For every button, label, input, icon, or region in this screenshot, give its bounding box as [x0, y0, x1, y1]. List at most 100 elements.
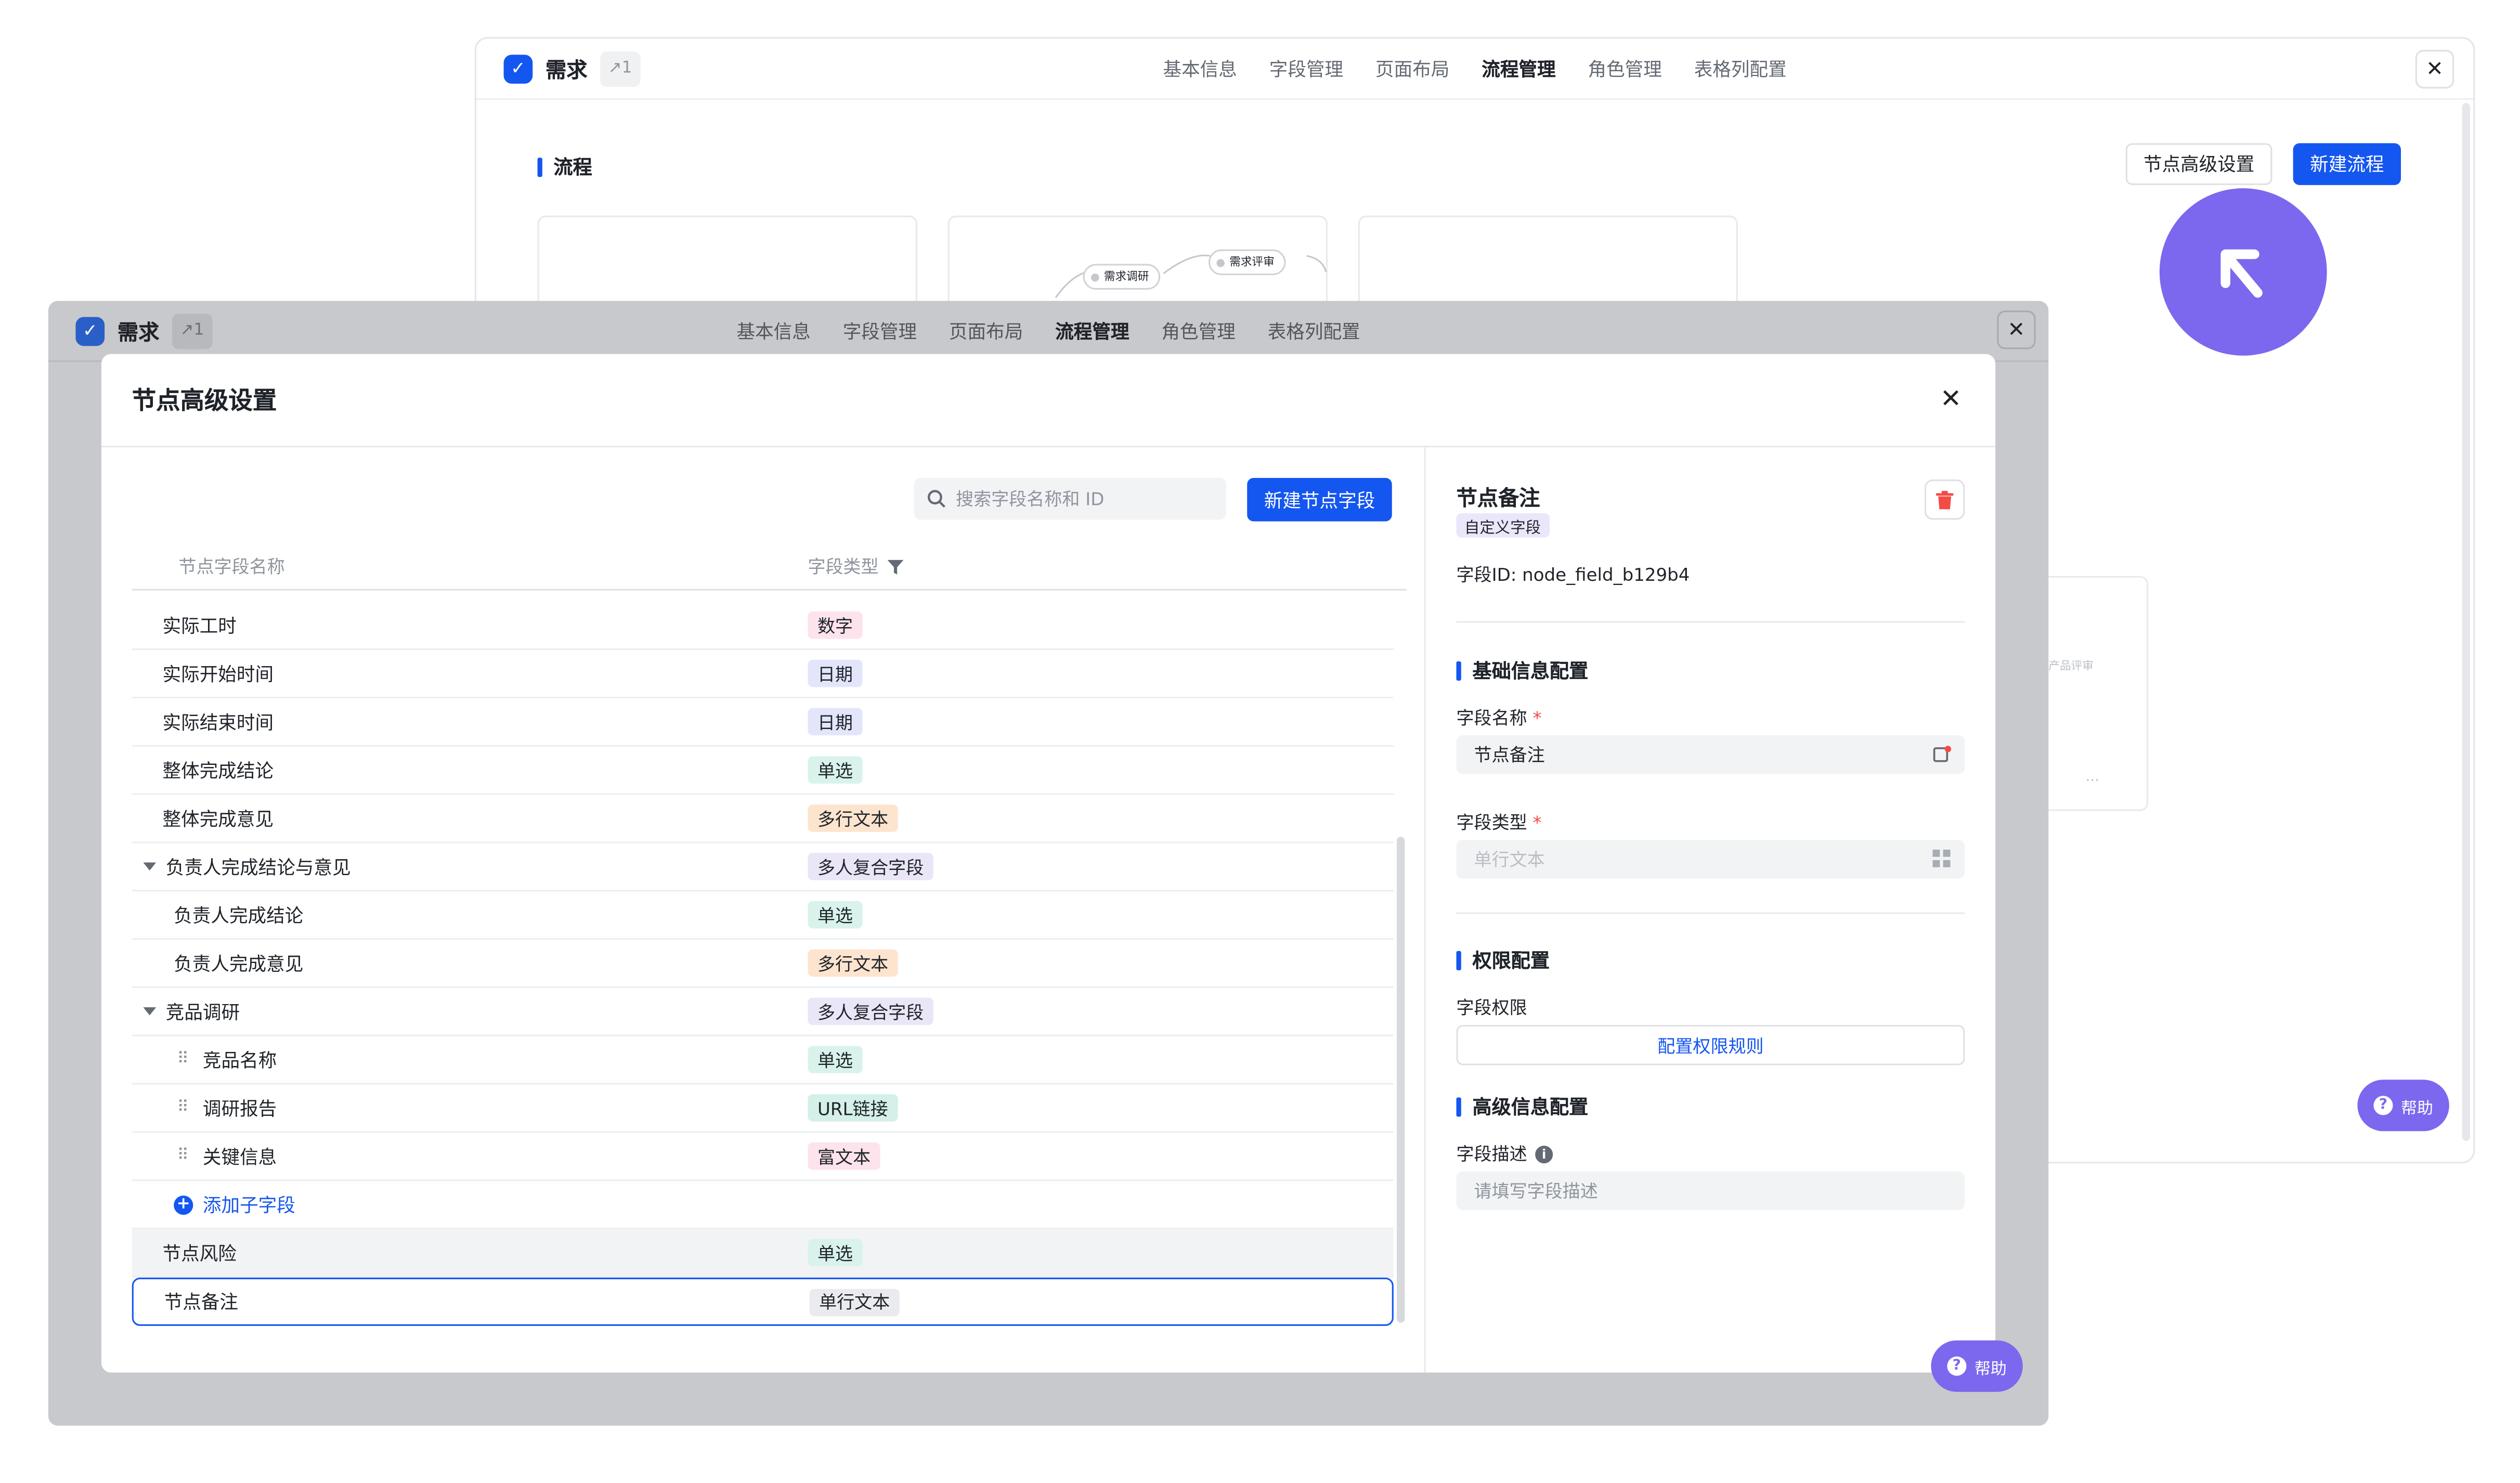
- help-button[interactable]: ? 帮助: [2357, 1079, 2449, 1131]
- help-button[interactable]: ? 帮助: [1931, 1340, 2023, 1392]
- field-desc-label: 字段描述 i: [1457, 1141, 1553, 1167]
- field-name-label: 字段名称 *: [1456, 708, 1542, 729]
- field-type-tag: URL链接: [808, 1094, 898, 1122]
- configure-permission-button[interactable]: 配置权限规则: [1456, 1025, 1965, 1065]
- advanced-config-section: 高级信息配置: [1457, 1092, 1588, 1120]
- tab-2[interactable]: 字段管理: [843, 319, 917, 345]
- search-input[interactable]: 搜索字段名称和 ID: [914, 478, 1227, 520]
- field-name: 节点风险: [162, 1241, 237, 1264]
- field-name: 调研报告: [202, 1096, 277, 1120]
- close-icon[interactable]: ✕: [1940, 383, 1962, 413]
- question-icon: ?: [2373, 1096, 2393, 1115]
- detail-title: 节点备注: [1456, 487, 1540, 512]
- field-detail-pane: 节点备注 自定义字段 字段ID: node_field_b129b4 基础信息配…: [1424, 447, 1996, 1373]
- field-type-label: 字段类型 *: [1456, 812, 1542, 834]
- caret-down-icon[interactable]: [143, 1007, 157, 1016]
- tab-2[interactable]: 字段管理: [1269, 56, 1343, 82]
- scrollbar[interactable]: [2462, 103, 2471, 1141]
- field-table: 实际工时 数字 实际开始时间 日期 实际结束时间 日期 整体完成结论 单选 整体完成意见 多行文本…: [132, 602, 1394, 1326]
- info-icon[interactable]: i: [1535, 1144, 1553, 1163]
- tab-6[interactable]: 表格列配置: [1268, 319, 1360, 345]
- add-circle-icon[interactable]: +: [174, 1194, 193, 1214]
- table-row[interactable]: 节点风险 单选: [132, 1229, 1394, 1278]
- field-type-tag: 单选: [808, 901, 863, 929]
- tab-5[interactable]: 角色管理: [1161, 319, 1235, 345]
- table-row[interactable]: 节点备注 单行文本: [132, 1278, 1394, 1326]
- faded-flow-node: 产品评审: [2048, 659, 2094, 673]
- table-row[interactable]: + 添加子字段: [132, 1181, 1394, 1230]
- field-name-input[interactable]: 节点备注: [1456, 735, 1965, 774]
- advanced-settings-modal: 节点高级设置 ✕ 搜索字段名称和 ID 新建节点字段 节点字段名称 字段类型 实…: [101, 354, 1996, 1373]
- field-name-cell: ⠿ 调研报告: [177, 1095, 277, 1121]
- table-row[interactable]: 整体完成意见 多行文本: [132, 795, 1394, 843]
- modal-title: 节点高级设置: [101, 354, 1996, 448]
- table-row[interactable]: ⠿ 竞品名称 单选: [132, 1036, 1394, 1085]
- table-row[interactable]: 整体完成结论 单选: [132, 747, 1394, 795]
- table-row[interactable]: ⠿ 调研报告 URL链接: [132, 1085, 1394, 1133]
- flow-node[interactable]: 需求调研: [1083, 264, 1161, 290]
- filter-icon[interactable]: [887, 557, 904, 575]
- field-name: 负责人完成结论与意见: [165, 855, 351, 878]
- table-row[interactable]: 竞品调研 多人复合字段: [132, 988, 1394, 1036]
- field-name-cell: 负责人完成意见: [174, 950, 303, 976]
- tab-1[interactable]: 基本信息: [737, 319, 811, 345]
- field-name-cell: 负责人完成结论与意见: [143, 854, 351, 880]
- flow-node[interactable]: 需求评审: [1208, 249, 1286, 276]
- table-row[interactable]: 负责人完成结论 单选: [132, 891, 1394, 940]
- advanced-settings-button[interactable]: 节点高级设置: [2125, 143, 2272, 185]
- tab-4[interactable]: 流程管理: [1055, 319, 1129, 345]
- table-row[interactable]: 实际结束时间 日期: [132, 698, 1394, 747]
- scrollbar[interactable]: [1397, 837, 1405, 1323]
- tab-4[interactable]: 流程管理: [1482, 56, 1555, 82]
- tab-6[interactable]: 表格列配置: [1694, 56, 1787, 82]
- field-name-cell: + 添加子字段: [174, 1191, 295, 1217]
- field-name: 整体完成结论: [162, 759, 274, 782]
- field-type-tag: 数字: [808, 611, 863, 639]
- search-icon: [927, 490, 946, 508]
- table-row[interactable]: 实际开始时间 日期: [132, 650, 1394, 699]
- table-row[interactable]: 负责人完成结论与意见 多人复合字段: [132, 843, 1394, 892]
- table-row[interactable]: ⠿ 关键信息 富文本: [132, 1133, 1394, 1181]
- tab-1[interactable]: 基本信息: [1163, 56, 1237, 82]
- field-id: 字段ID: node_field_b129b4: [1456, 565, 1690, 586]
- tab-3[interactable]: 页面布局: [1375, 56, 1449, 82]
- field-type-tag: 单行文本: [809, 1288, 900, 1316]
- field-name-cell: 节点风险: [163, 1240, 237, 1266]
- divider: [1456, 621, 1965, 623]
- drag-handle-icon[interactable]: ⠿: [177, 1147, 193, 1165]
- drag-handle-icon[interactable]: ⠿: [177, 1099, 193, 1117]
- question-icon: ?: [1947, 1356, 1967, 1376]
- field-name: 实际开始时间: [162, 662, 274, 685]
- back-tabs: 基本信息 字段管理 页面布局 流程管理 角色管理 表格列配置: [476, 38, 2473, 100]
- field-type-tag: 多人复合字段: [808, 997, 933, 1025]
- field-type-tag: 单选: [808, 1046, 863, 1074]
- new-node-field-button[interactable]: 新建节点字段: [1247, 478, 1392, 522]
- field-type-tag: 单选: [808, 756, 863, 784]
- field-type-tag: 日期: [808, 659, 863, 687]
- table-row[interactable]: 负责人完成意见 多行文本: [132, 940, 1394, 988]
- field-name: 负责人完成结论: [174, 903, 304, 926]
- field-list-pane: 搜索字段名称和 ID 新建节点字段 节点字段名称 字段类型 实际工时 数字 实际开始…: [101, 447, 1424, 1372]
- field-name-cell: ⠿ 关键信息: [177, 1143, 277, 1169]
- close-icon[interactable]: ✕: [1997, 310, 2036, 349]
- field-name-cell: 竞品调研: [143, 998, 240, 1024]
- field-permission-label: 字段权限: [1456, 997, 1527, 1019]
- edit-icon[interactable]: [1932, 745, 1952, 764]
- field-desc-input[interactable]: 请填写字段描述: [1456, 1171, 1965, 1211]
- close-icon[interactable]: ✕: [2415, 49, 2454, 89]
- new-flow-button[interactable]: 新建流程: [2293, 143, 2401, 185]
- basic-config-section: 基础信息配置: [1457, 657, 1588, 684]
- drag-handle-icon[interactable]: ⠿: [177, 1051, 193, 1069]
- tab-5[interactable]: 角色管理: [1588, 56, 1661, 82]
- caret-down-icon[interactable]: [143, 862, 157, 871]
- tab-3[interactable]: 页面布局: [949, 319, 1023, 345]
- more-icon[interactable]: ···: [2085, 774, 2099, 790]
- col-header-type[interactable]: 字段类型: [808, 554, 904, 580]
- delete-button[interactable]: [1925, 479, 1965, 520]
- field-type-tag: 日期: [808, 708, 863, 736]
- field-name-cell: 节点备注: [164, 1289, 238, 1315]
- table-row[interactable]: 实际工时 数字: [132, 602, 1394, 651]
- field-type-tag: 单选: [808, 1239, 863, 1267]
- add-subfield-link[interactable]: 添加子字段: [203, 1191, 295, 1217]
- field-type-select[interactable]: 单行文本: [1456, 840, 1965, 879]
